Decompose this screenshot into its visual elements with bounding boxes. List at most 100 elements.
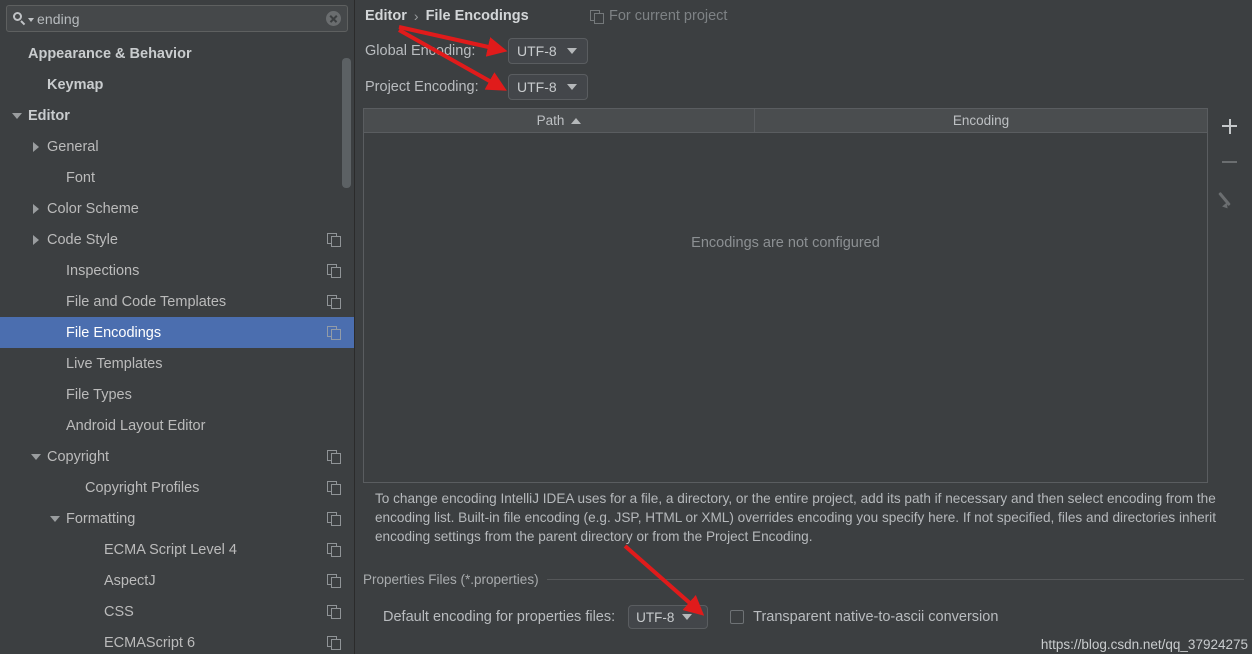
settings-main-panel: Editor › File Encodings For current proj… <box>355 0 1252 654</box>
table-header-row: Path Encoding <box>364 109 1207 133</box>
breadcrumb-separator: › <box>413 8 419 24</box>
sidebar-item-copyright-profiles[interactable]: Copyright Profiles <box>0 472 354 503</box>
copy-icon <box>327 574 341 588</box>
chevron-down-icon[interactable] <box>29 449 44 464</box>
scope-note-label: For current project <box>609 8 728 24</box>
properties-group-title: Properties Files (*.properties) <box>363 571 539 587</box>
sidebar-item-label: File and Code Templates <box>66 293 227 310</box>
sidebar-item-label: Keymap <box>47 76 104 93</box>
sidebar-item-ecmascript-6[interactable]: ECMAScript 6 <box>0 627 354 654</box>
transparent-conversion-checkbox[interactable]: Transparent native-to-ascii conversion <box>730 609 998 625</box>
sidebar-item-keymap[interactable]: Keymap <box>0 69 354 100</box>
clear-icon[interactable] <box>326 11 341 26</box>
checkbox-box[interactable] <box>730 610 745 624</box>
column-header-encoding[interactable]: Encoding <box>755 109 1207 132</box>
sidebar-item-aspectj[interactable]: AspectJ <box>0 565 354 596</box>
sidebar-item-file-types[interactable]: File Types <box>0 379 354 410</box>
watermark-url: https://blog.csdn.net/qq_37924275 <box>1040 637 1248 652</box>
default-encoding-row: Default encoding for properties files: U… <box>383 604 998 630</box>
table-toolbar <box>1213 108 1245 228</box>
project-encoding-row: Project Encoding: UTF-8 <box>365 74 588 100</box>
properties-group-legend: Properties Files (*.properties) <box>363 571 1244 587</box>
sidebar-item-general[interactable]: General <box>0 131 354 162</box>
sidebar-item-inspections[interactable]: Inspections <box>0 255 354 286</box>
chevron-down-icon[interactable] <box>48 511 63 526</box>
sidebar-item-formatting[interactable]: Formatting <box>0 503 354 534</box>
default-encoding-label: Default encoding for properties files: <box>383 609 616 625</box>
empty-state-message: Encodings are not configured <box>691 235 880 251</box>
sidebar-item-android-layout-editor[interactable]: Android Layout Editor <box>0 410 354 441</box>
copy-icon <box>327 295 341 309</box>
sidebar-item-file-and-code-templates[interactable]: File and Code Templates <box>0 286 354 317</box>
sidebar-item-editor[interactable]: Editor <box>0 100 354 131</box>
sidebar-item-live-templates[interactable]: Live Templates <box>0 348 354 379</box>
chevron-down-icon <box>566 48 577 54</box>
remove-button[interactable] <box>1215 144 1243 180</box>
copy-icon <box>327 450 341 464</box>
chevron-right-icon[interactable] <box>29 232 44 247</box>
sidebar-item-label: Editor <box>28 107 70 124</box>
search-icon <box>13 12 26 26</box>
sidebar-item-label: Copyright <box>47 448 110 465</box>
global-encoding-value: UTF-8 <box>517 43 557 59</box>
transparent-conversion-label: Transparent native-to-ascii conversion <box>753 609 999 625</box>
add-button[interactable] <box>1215 108 1243 144</box>
global-encoding-label: Global Encoding: <box>365 43 476 59</box>
copy-icon <box>327 326 341 340</box>
chevron-down-icon[interactable] <box>28 18 34 22</box>
copy-icon <box>327 233 341 247</box>
chevron-right-icon[interactable] <box>29 139 44 154</box>
chevron-right-icon[interactable] <box>29 201 44 216</box>
sidebar-item-label: Android Layout Editor <box>66 417 206 434</box>
default-encoding-value: UTF-8 <box>636 609 675 625</box>
settings-tree[interactable]: Appearance & Behavior Keymap Editor General… <box>0 38 354 654</box>
sidebar-item-copyright[interactable]: Copyright <box>0 441 354 472</box>
sidebar-item-label: Appearance & Behavior <box>28 45 192 62</box>
sidebar-item-label: General <box>47 138 99 155</box>
sidebar-item-ecma-script-level-4[interactable]: ECMA Script Level 4 <box>0 534 354 565</box>
project-encoding-dropdown[interactable]: UTF-8 <box>508 74 588 100</box>
breadcrumb-parent[interactable]: Editor <box>365 8 407 24</box>
edit-button[interactable] <box>1215 180 1243 216</box>
sidebar-item-css[interactable]: CSS <box>0 596 354 627</box>
sidebar-item-label: Copyright Profiles <box>85 479 200 496</box>
sidebar-item-label: ECMA Script Level 4 <box>104 541 237 558</box>
column-header-path[interactable]: Path <box>364 109 755 132</box>
global-encoding-dropdown[interactable]: UTF-8 <box>508 38 588 64</box>
sidebar-item-label: Inspections <box>66 262 140 279</box>
default-encoding-dropdown[interactable]: UTF-8 <box>628 605 709 629</box>
sidebar-item-label: Code Style <box>47 231 118 248</box>
encodings-table[interactable]: Path Encoding Encodings are not configur… <box>363 108 1208 483</box>
sort-ascending-icon <box>571 117 582 124</box>
chevron-down-icon[interactable] <box>10 108 25 123</box>
sidebar-item-label: AspectJ <box>104 572 156 589</box>
copy-icon <box>327 512 341 526</box>
group-divider <box>546 578 1244 580</box>
settings-dialog: ending Appearance & Behavior Keymap Editor… <box>0 0 1252 654</box>
search-container: ending <box>0 0 354 32</box>
sidebar-item-file-encodings[interactable]: File Encodings <box>0 317 354 348</box>
sidebar-item-label: Font <box>66 169 96 186</box>
sidebar-item-label: File Encodings <box>66 324 162 341</box>
copy-icon <box>327 481 341 495</box>
search-input-value: ending <box>37 10 80 27</box>
search-input[interactable]: ending <box>6 5 348 32</box>
sidebar-item-font[interactable]: Font <box>0 162 354 193</box>
sidebar-scrollbar[interactable] <box>342 58 351 188</box>
sidebar-item-code-style[interactable]: Code Style <box>0 224 354 255</box>
copy-icon <box>327 636 341 650</box>
copy-icon <box>327 543 341 557</box>
sidebar-item-label: ECMAScript 6 <box>104 634 196 651</box>
column-header-path-label: Path <box>536 113 565 128</box>
project-encoding-value: UTF-8 <box>517 79 557 95</box>
sidebar-item-color-scheme[interactable]: Color Scheme <box>0 193 354 224</box>
sidebar-item-appearance-behavior[interactable]: Appearance & Behavior <box>0 38 354 69</box>
